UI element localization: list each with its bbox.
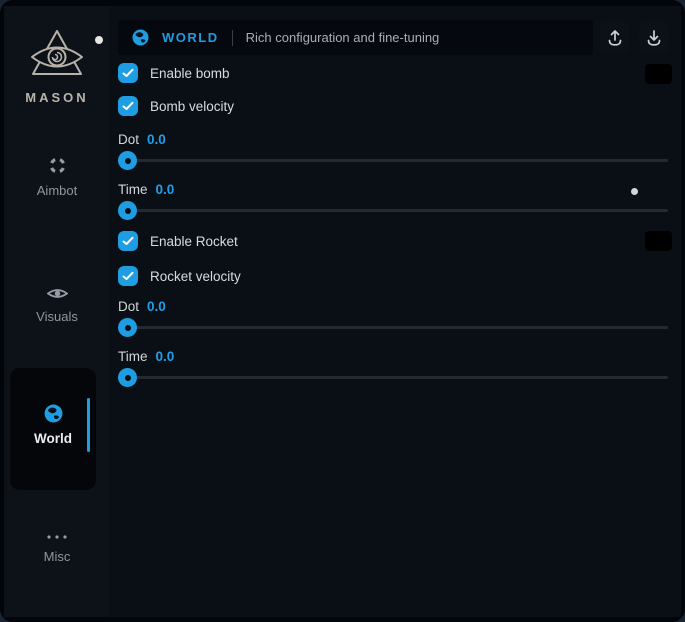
slider-thumb[interactable] [118, 151, 137, 170]
mason-window: MASON Aimbot Visuals [0, 0, 685, 622]
slider-group-bomb-time: Time 0.0 [118, 182, 668, 222]
check-icon [122, 101, 134, 111]
slider-label: Time [118, 349, 148, 366]
download-icon [645, 28, 663, 46]
sidebar-item-label: Aimbot [37, 183, 77, 198]
slider-group-bomb-dot: Dot 0.0 [118, 132, 668, 172]
slider-label-row: Time 0.0 [118, 182, 668, 199]
slider-value: 0.0 [156, 182, 175, 199]
sidebar-item-label: World [34, 431, 72, 446]
checkbox-row-bomb-velocity: Bomb velocity [118, 96, 234, 116]
sidebar: MASON Aimbot Visuals [4, 6, 110, 617]
page-header: WORLD Rich configuration and fine-tuning [118, 20, 593, 55]
crosshair-icon [48, 156, 67, 175]
page-subtitle: Rich configuration and fine-tuning [246, 30, 440, 45]
checkbox-row-enable-bomb: Enable bomb [118, 63, 230, 83]
enable-bomb-checkbox[interactable] [118, 63, 138, 83]
sidebar-item-label: Visuals [36, 309, 78, 324]
slider-label: Dot [118, 132, 139, 149]
masonic-eye-logo-icon [29, 28, 85, 86]
check-icon [122, 236, 134, 246]
checkbox-row-enable-rocket: Enable Rocket [118, 231, 238, 251]
desktop-background: MASON Aimbot Visuals [0, 0, 685, 622]
sidebar-item-world-content: World [10, 404, 96, 446]
globe-icon [44, 404, 63, 423]
slider-label: Time [118, 182, 148, 199]
checkbox-label: Bomb velocity [150, 99, 234, 114]
eye-icon [47, 286, 68, 301]
logo-text: MASON [4, 90, 110, 105]
sidebar-item-world[interactable]: World [10, 368, 96, 490]
slider-track[interactable] [118, 376, 668, 379]
slider-group-rocket-time: Time 0.0 [118, 349, 668, 389]
slider-track[interactable] [118, 326, 668, 329]
cursor-dot [631, 188, 638, 195]
rocket-color-swatch[interactable] [645, 231, 672, 251]
sidebar-item-aimbot[interactable]: Aimbot [4, 156, 110, 198]
header-divider [232, 30, 233, 46]
active-tab-indicator [87, 398, 91, 452]
slider-label-row: Dot 0.0 [118, 132, 668, 149]
globe-icon [132, 29, 149, 46]
checkbox-label: Enable Rocket [150, 234, 238, 249]
ellipsis-icon [45, 533, 69, 541]
slider-group-rocket-dot: Dot 0.0 [118, 299, 668, 339]
enable-rocket-checkbox[interactable] [118, 231, 138, 251]
slider-value: 0.0 [147, 132, 166, 149]
slider-track[interactable] [118, 209, 668, 212]
main-panel: WORLD Rich configuration and fine-tuning [110, 6, 681, 617]
slider-label: Dot [118, 299, 139, 316]
page-title: WORLD [162, 30, 219, 45]
check-icon [122, 271, 134, 281]
download-config-button[interactable] [639, 21, 669, 52]
bomb-velocity-checkbox[interactable] [118, 96, 138, 116]
checkbox-label: Enable bomb [150, 66, 230, 81]
sidebar-item-label: Misc [44, 549, 71, 564]
slider-thumb[interactable] [118, 201, 137, 220]
slider-track[interactable] [118, 159, 668, 162]
rocket-velocity-checkbox[interactable] [118, 266, 138, 286]
slider-thumb[interactable] [118, 318, 137, 337]
slider-label-row: Dot 0.0 [118, 299, 668, 316]
sidebar-item-misc[interactable]: Misc [4, 533, 110, 564]
cursor-dot [95, 36, 103, 44]
slider-thumb[interactable] [118, 368, 137, 387]
slider-label-row: Time 0.0 [118, 349, 668, 366]
check-icon [122, 68, 134, 78]
slider-value: 0.0 [156, 349, 175, 366]
checkbox-row-rocket-velocity: Rocket velocity [118, 266, 241, 286]
upload-config-button[interactable] [600, 21, 630, 52]
slider-value: 0.0 [147, 299, 166, 316]
checkbox-label: Rocket velocity [150, 269, 241, 284]
upload-icon [606, 28, 624, 46]
sidebar-item-visuals[interactable]: Visuals [4, 286, 110, 324]
bomb-color-swatch[interactable] [645, 64, 672, 84]
